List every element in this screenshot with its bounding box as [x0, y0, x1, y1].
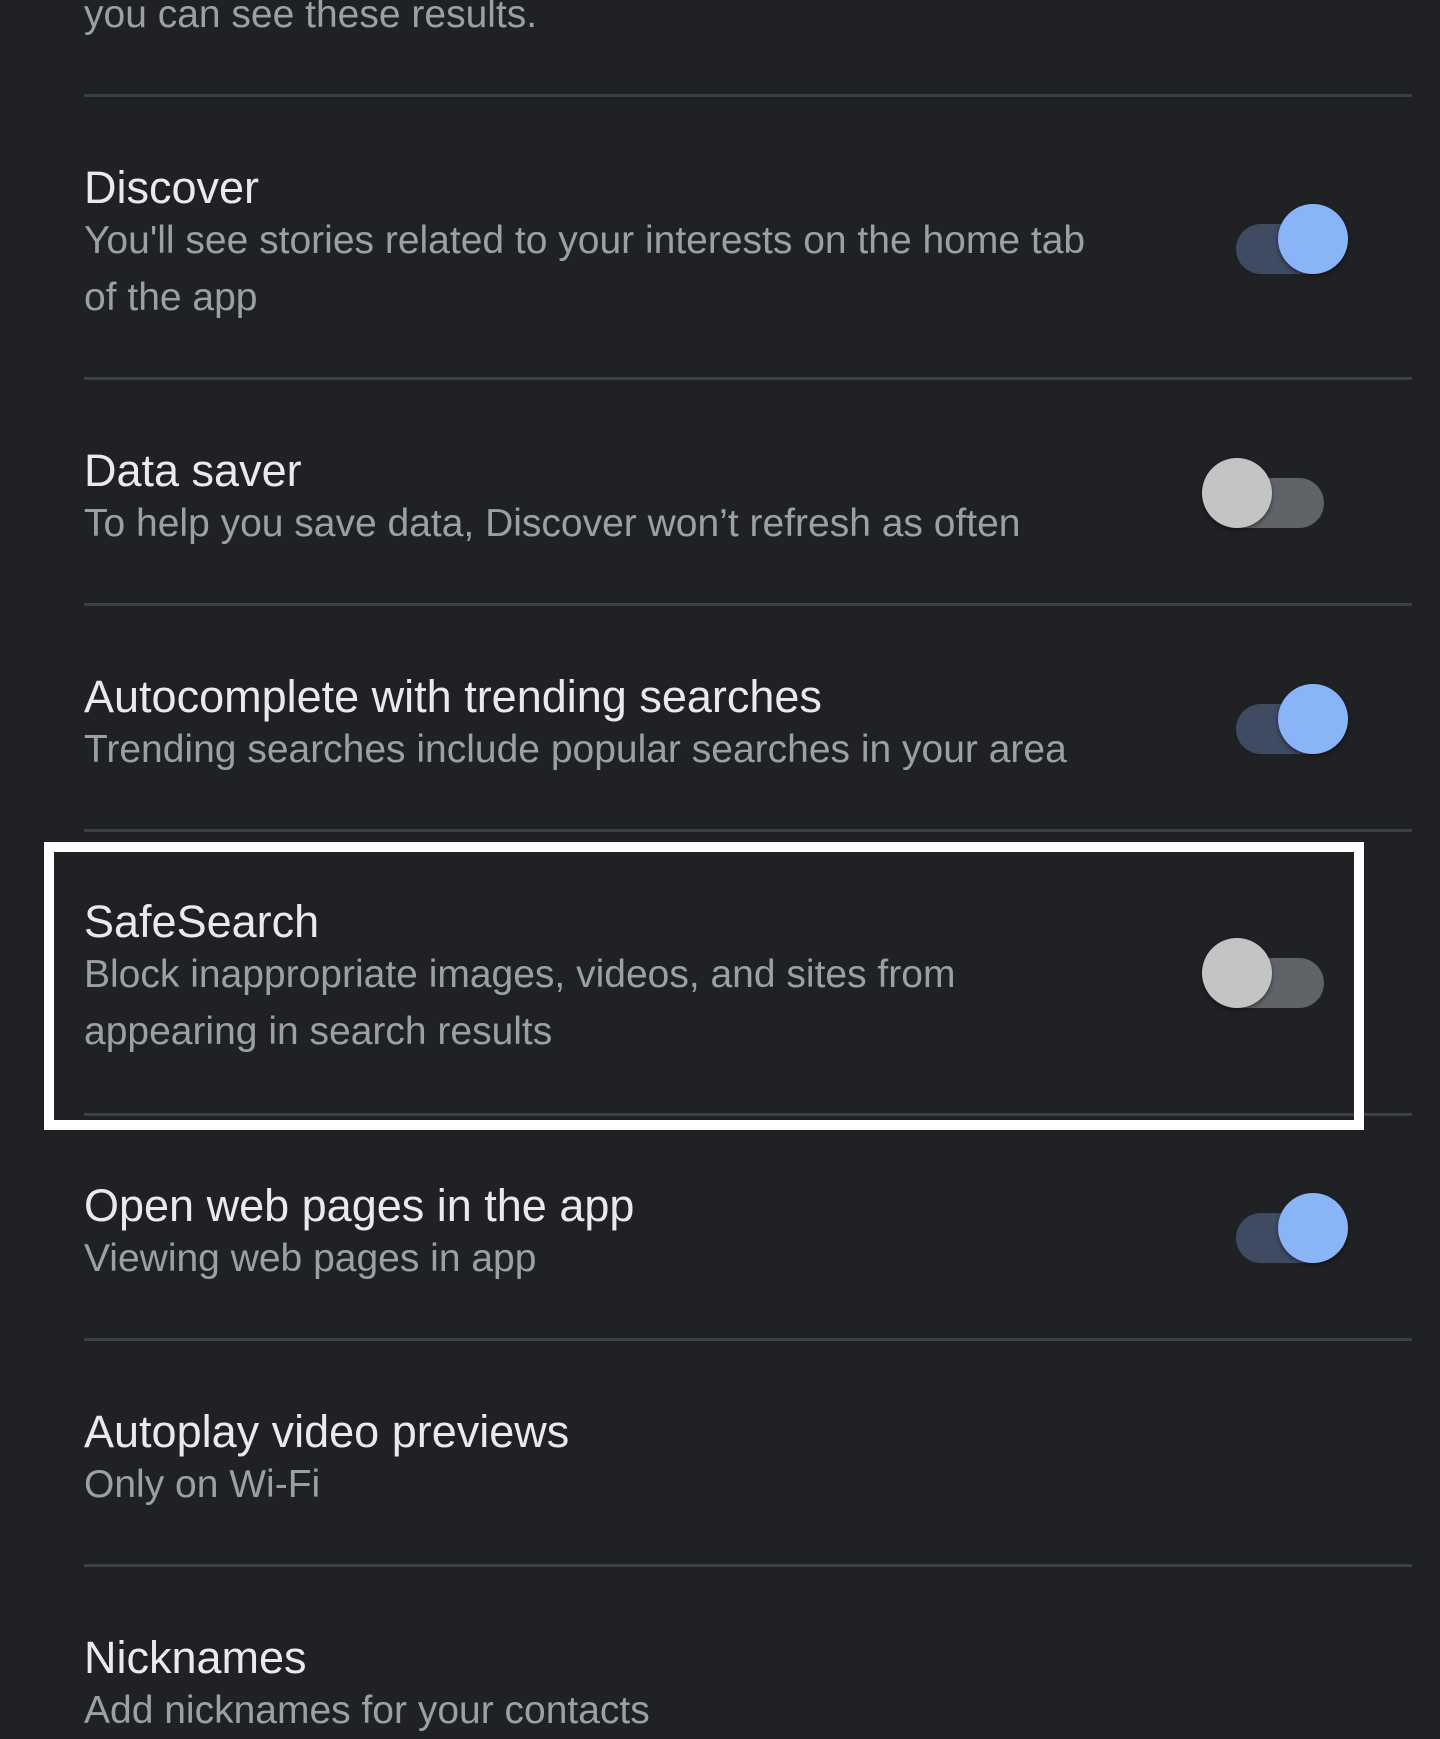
setting-title: Data saver	[84, 445, 302, 496]
setting-description: Trending searches include popular search…	[84, 728, 1067, 771]
setting-row-autoplay-video[interactable]: Autoplay video previews Only on Wi-Fi	[84, 1404, 1412, 1524]
divider	[84, 94, 1412, 97]
divider	[84, 377, 1412, 380]
setting-description: To help you save data, Discover won’t re…	[84, 502, 1021, 545]
setting-title: Autoplay video previews	[84, 1406, 570, 1457]
divider	[84, 829, 1412, 832]
toggle-thumb	[1278, 204, 1348, 274]
setting-description: Only on Wi-Fi	[84, 1463, 321, 1506]
setting-title: Nicknames	[84, 1632, 307, 1683]
setting-row-data-saver[interactable]: Data saver To help you save data, Discov…	[84, 443, 1412, 563]
toggle-thumb	[1278, 1193, 1348, 1263]
setting-row-safesearch[interactable]: SafeSearch Block inappropriate images, v…	[84, 894, 1412, 1074]
autocomplete-trending-toggle[interactable]	[1226, 684, 1348, 754]
setting-title: SafeSearch	[84, 896, 320, 947]
safesearch-toggle[interactable]	[1202, 938, 1324, 1008]
setting-title: Autocomplete with trending searches	[84, 671, 822, 722]
setting-row-open-web-pages[interactable]: Open web pages in the app Viewing web pa…	[84, 1178, 1412, 1298]
setting-description: you can see these results.	[84, 0, 538, 36]
toggle-thumb	[1202, 938, 1272, 1008]
toggle-thumb	[1278, 684, 1348, 754]
setting-description: You'll see stories related to your inter…	[84, 219, 1086, 319]
setting-row-autocomplete-trending[interactable]: Autocomplete with trending searches Tren…	[84, 669, 1412, 789]
setting-description: Block inappropriate images, videos, and …	[84, 953, 956, 1053]
setting-description: Viewing web pages in app	[84, 1237, 537, 1280]
data-saver-toggle[interactable]	[1202, 458, 1324, 528]
divider	[84, 1338, 1412, 1341]
setting-title: Open web pages in the app	[84, 1180, 635, 1231]
divider	[84, 1564, 1412, 1567]
open-web-pages-toggle[interactable]	[1226, 1193, 1348, 1263]
setting-row-nicknames[interactable]: Nicknames Add nicknames for your contact…	[84, 1630, 1412, 1732]
toggle-thumb	[1202, 458, 1272, 528]
setting-title: Discover	[84, 162, 260, 213]
setting-description: Add nicknames for your contacts	[84, 1689, 650, 1732]
discover-toggle[interactable]	[1226, 204, 1348, 274]
divider	[84, 603, 1412, 606]
divider	[84, 1113, 1412, 1116]
setting-row-discover[interactable]: Discover You'll see stories related to y…	[84, 160, 1412, 340]
